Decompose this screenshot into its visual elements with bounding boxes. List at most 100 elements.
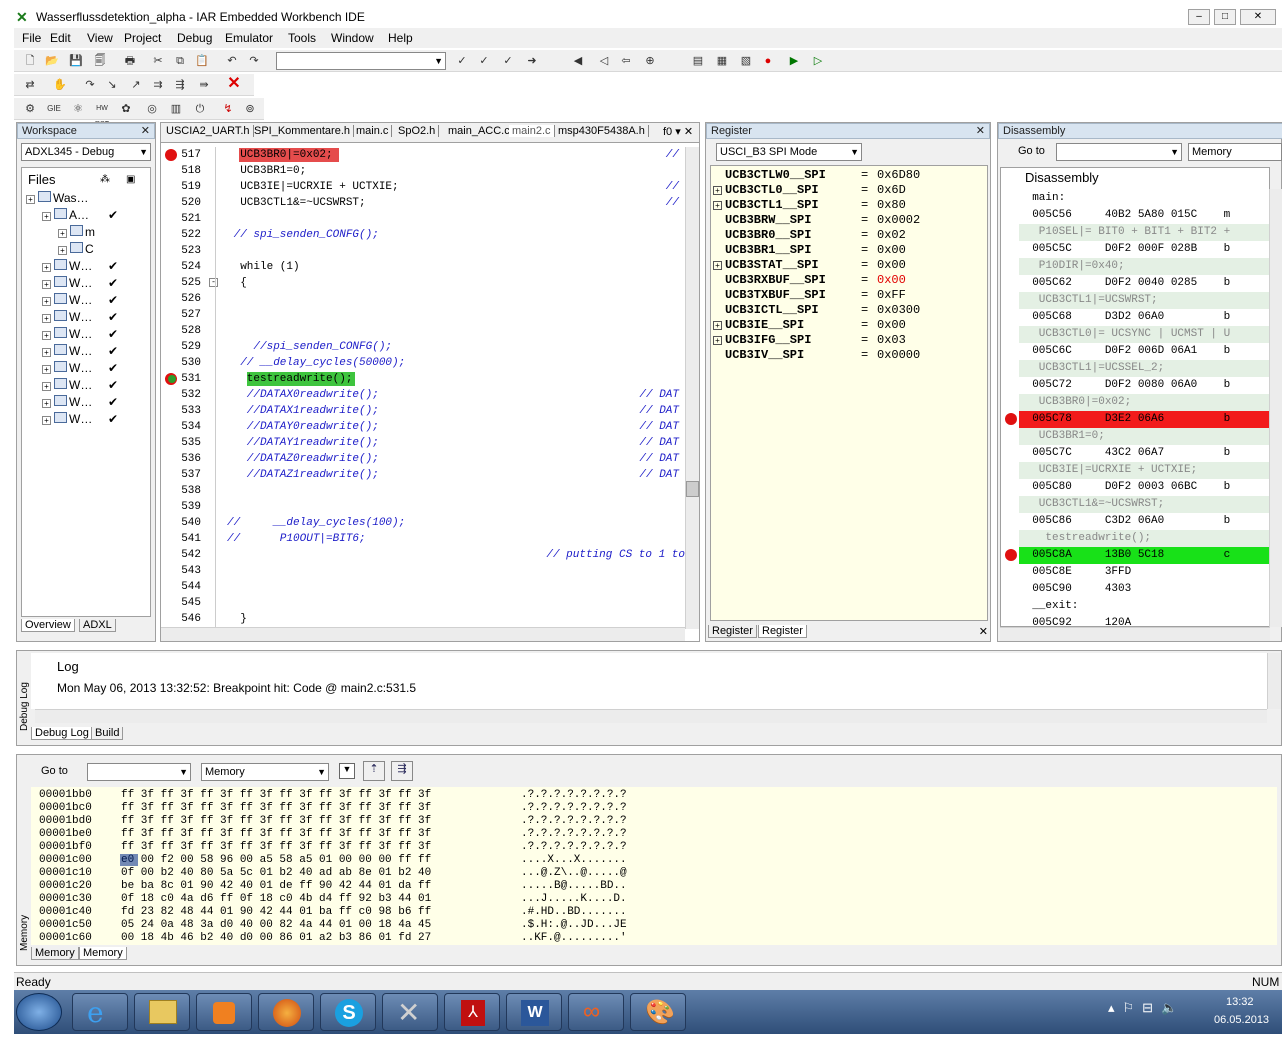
clock-icon[interactable]: ✿ bbox=[118, 101, 134, 117]
tree-item[interactable]: + W… ✔ bbox=[42, 275, 118, 292]
stop-build-icon[interactable]: ▧ bbox=[738, 53, 754, 69]
register-row[interactable]: UCB3RXBUF__SPI = 0x00 bbox=[713, 273, 987, 288]
log-tab[interactable]: Build bbox=[91, 727, 124, 740]
workspace-tab[interactable]: Overview bbox=[21, 619, 75, 632]
scroll-thumb[interactable] bbox=[686, 481, 699, 497]
save-icon[interactable]: 💾 bbox=[68, 53, 84, 69]
register-row[interactable]: UCB3BR1__SPI = 0x00 bbox=[713, 243, 987, 258]
editor-tab[interactable]: main2.c bbox=[509, 125, 555, 137]
code-line[interactable]: 527 bbox=[161, 307, 685, 323]
expand-icon[interactable]: + bbox=[42, 263, 51, 272]
download-debug-icon[interactable]: ▶ bbox=[786, 53, 802, 69]
disassembly-row[interactable]: 005C5C D0F2 000F 028B b bbox=[1019, 241, 1269, 258]
memory-hex[interactable]: ff 3f ff 3f ff 3f ff 3f ff 3f ff 3f ff 3… bbox=[121, 828, 431, 841]
goto-input[interactable]: ▼ bbox=[1056, 143, 1182, 161]
tree-item[interactable]: + W… ✔ bbox=[42, 411, 118, 428]
disassembly-row[interactable]: __exit: bbox=[1019, 598, 1269, 615]
tray-icons[interactable]: ▴⚐⊟🔈 bbox=[1108, 1000, 1185, 1016]
register-row[interactable]: + UCB3IE__SPI = 0x00 bbox=[713, 318, 987, 333]
disassembly-row[interactable]: UCB3IE|=UCRXIE + UCTXIE; bbox=[1019, 462, 1269, 479]
make-icon[interactable]: ▦ bbox=[714, 53, 730, 69]
memory-hex[interactable]: 0f 18 c0 4a d6 ff 0f 18 c0 4b d4 ff 92 b… bbox=[121, 893, 431, 906]
editor-vertical-scrollbar[interactable] bbox=[685, 147, 699, 629]
expand-icon[interactable]: + bbox=[42, 399, 51, 408]
breakpoint-icon[interactable] bbox=[1005, 549, 1017, 561]
expand-icon[interactable]: + bbox=[42, 416, 51, 425]
disassembly-row[interactable]: testreadwrite(); bbox=[1019, 530, 1269, 547]
memory-dump[interactable]: 00001bb0 ff 3f ff 3f ff 3f ff 3f ff 3f ff… bbox=[31, 787, 1277, 945]
disassembly-row[interactable]: 005C78 D3E2 06A6 b bbox=[1019, 411, 1269, 428]
code-line[interactable]: 529 //spi_senden_CONFG(); bbox=[161, 339, 685, 355]
disassembly-row[interactable]: 005C56 40B2 5A80 015C m bbox=[1019, 207, 1269, 224]
tree-item[interactable]: + W… ✔ bbox=[42, 343, 118, 360]
expand-icon[interactable]: + bbox=[713, 261, 722, 270]
firefox-icon[interactable] bbox=[258, 993, 314, 1031]
register-tab[interactable]: Register bbox=[708, 625, 757, 638]
editor-tab[interactable]: main_ACC.c bbox=[445, 125, 514, 137]
menu-emulator[interactable]: Emulator bbox=[225, 31, 273, 45]
disassembly-row[interactable]: 005C86 C3D2 06A0 b bbox=[1019, 513, 1269, 530]
code-line[interactable]: 533 //DATAX1readwrite(); // DAT bbox=[161, 403, 685, 419]
internet-explorer-icon[interactable]: e bbox=[72, 993, 128, 1031]
new-file-icon[interactable]: 🗋 bbox=[22, 53, 38, 69]
copy-icon[interactable]: ⧉ bbox=[172, 53, 188, 69]
register-row[interactable]: UCB3ICTL__SPI = 0x0300 bbox=[713, 303, 987, 318]
open-icon[interactable]: 📂 bbox=[44, 53, 60, 69]
register-value[interactable]: 0x00 bbox=[877, 273, 906, 288]
break-icon[interactable]: ✋ bbox=[52, 77, 68, 93]
stop-debugging-icon[interactable]: ✕ bbox=[226, 76, 242, 92]
editor-tab[interactable]: msp430F5438A.h bbox=[555, 125, 649, 137]
word-icon[interactable]: W bbox=[506, 993, 562, 1031]
code-line[interactable]: 542 // putting CS to 1 to bbox=[161, 547, 685, 563]
media-player-icon[interactable] bbox=[196, 993, 252, 1031]
step-over-icon[interactable]: ↷ bbox=[82, 77, 98, 93]
code-line[interactable]: 524 while (1) bbox=[161, 259, 685, 275]
code-line[interactable]: 535 //DATAY1readwrite(); // DAT bbox=[161, 435, 685, 451]
disassembly-row[interactable]: 005C80 D0F2 0003 06BC b bbox=[1019, 479, 1269, 496]
editor-tab[interactable]: USCIA2_UART.h bbox=[163, 125, 254, 137]
save-all-icon[interactable]: 🗐 bbox=[92, 53, 108, 69]
expand-icon[interactable]: + bbox=[58, 246, 67, 255]
register-value[interactable]: 0xFF bbox=[877, 288, 906, 303]
close-icon[interactable]: ✕ bbox=[141, 124, 150, 138]
gie-icon[interactable]: GIE bbox=[46, 101, 62, 117]
navigate-back-icon[interactable]: ◀ bbox=[570, 53, 586, 69]
disassembly-row[interactable]: 005C68 D3D2 06A0 b bbox=[1019, 309, 1269, 326]
disassembly-row[interactable]: 005C7C 43C2 06A7 b bbox=[1019, 445, 1269, 462]
tree-item[interactable]: + W… ✔ bbox=[42, 377, 118, 394]
memory-hex[interactable]: 00 18 4b 46 b2 40 d0 00 86 01 a2 b3 86 0… bbox=[121, 932, 431, 945]
hw-reset-icon[interactable]: HW RST bbox=[94, 101, 110, 128]
register-row[interactable]: UCB3TXBUF__SPI = 0xFF bbox=[713, 288, 987, 303]
disassembly-row[interactable]: UCB3CTL1&=~UCSWRST; bbox=[1019, 496, 1269, 513]
disassembly-row[interactable]: 005C90 4303 bbox=[1019, 581, 1269, 598]
disassembly-row[interactable]: UCB3CTL1|=UCSSEL_2; bbox=[1019, 360, 1269, 377]
memory-goto-input[interactable]: ▼ bbox=[87, 763, 191, 781]
workspace-tab[interactable]: ADXL bbox=[79, 619, 116, 632]
code-line[interactable]: 540 // __delay_cycles(100); bbox=[161, 515, 685, 531]
code-line[interactable]: 539 bbox=[161, 499, 685, 515]
compile-icon[interactable]: ▤ bbox=[690, 53, 706, 69]
expand-icon[interactable]: + bbox=[58, 229, 67, 238]
memory-options-icon[interactable]: ▼ bbox=[339, 763, 355, 779]
trigger-icon[interactable]: ↯ bbox=[220, 101, 236, 117]
disassembly-row[interactable]: P10SEL|= BIT0 + BIT1 + BIT2 + bbox=[1019, 224, 1269, 241]
memory-hex[interactable]: ff 3f ff 3f ff 3f ff 3f ff 3f ff 3f ff 3… bbox=[121, 802, 431, 815]
code-line[interactable]: 520 UCB3CTL1&=~UCSWRST; // bbox=[161, 195, 685, 211]
code-area[interactable]: 517 UCB3BR0|=0x02;//518 UCB3BR1=0; 519 UC… bbox=[161, 147, 685, 627]
browse-icon[interactable]: ⊕ bbox=[642, 53, 658, 69]
paint-icon[interactable]: 🎨 bbox=[630, 993, 686, 1031]
code-line[interactable]: 546 } bbox=[161, 611, 685, 627]
log-horizontal-scrollbar[interactable] bbox=[35, 709, 1267, 723]
bookmark-icon[interactable]: ✓ bbox=[454, 53, 470, 69]
disassembly-row[interactable]: 005C8E 3FFD bbox=[1019, 564, 1269, 581]
register-value[interactable]: 0x02 bbox=[877, 228, 906, 243]
register-row[interactable]: UCB3CTLW0__SPI = 0x6D80 bbox=[713, 168, 987, 183]
menu-view[interactable]: View bbox=[87, 31, 113, 45]
register-value[interactable]: 0x6D bbox=[877, 183, 906, 198]
register-row[interactable]: + UCB3CTL0__SPI = 0x6D bbox=[713, 183, 987, 198]
register-group-select[interactable]: USCI_B3 SPI Mode ▼ bbox=[716, 143, 862, 161]
menu-edit[interactable]: Edit bbox=[50, 31, 71, 45]
configuration-select[interactable]: ADXL345 - Debug ▼ bbox=[21, 143, 151, 161]
log-tab[interactable]: Debug Log bbox=[31, 727, 93, 740]
expand-icon[interactable]: + bbox=[42, 331, 51, 340]
